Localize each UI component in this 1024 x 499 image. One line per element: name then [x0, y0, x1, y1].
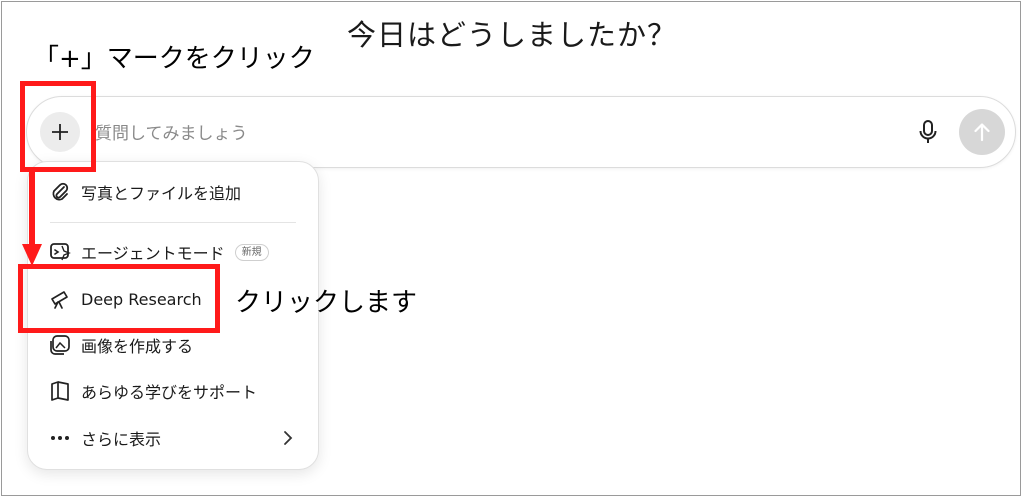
chevron-right-icon: [281, 428, 295, 448]
menu-item-label: さらに表示: [81, 430, 162, 449]
menu-item-label: 写真とファイルを追加: [81, 184, 242, 203]
click-callout: クリックします: [235, 288, 418, 318]
arrow-up-icon: [974, 123, 990, 142]
menu-item-agent-mode[interactable]: エージェントモード 新規: [48, 237, 269, 267]
menu-item-label: 画像を作成する: [81, 337, 194, 356]
menu-item-add-files[interactable]: 写真とファイルを追加: [48, 177, 241, 207]
message-input[interactable]: 質問してみましょう: [95, 119, 248, 144]
book-icon: [48, 379, 72, 403]
annotation-arrow-line: [29, 172, 35, 250]
new-badge: 新規: [234, 243, 269, 261]
more-dots-icon: [48, 426, 72, 450]
plus-button-highlight: [20, 81, 96, 172]
microphone-icon: [919, 120, 937, 143]
annotation-arrow-head: [22, 244, 42, 266]
menu-item-learning-support[interactable]: あらゆる学びをサポート: [48, 376, 257, 406]
send-button[interactable]: [959, 109, 1005, 155]
agent-icon: [48, 240, 72, 264]
microphone-button[interactable]: [914, 117, 942, 147]
deep-research-highlight: [18, 264, 220, 333]
menu-divider: [50, 222, 296, 223]
image-create-icon: [48, 333, 72, 357]
menu-item-label: あらゆる学びをサポート: [81, 383, 258, 402]
instruction-annotation: 「+」マークをクリック: [33, 44, 315, 74]
menu-item-show-more[interactable]: さらに表示: [48, 423, 161, 453]
menu-item-create-image[interactable]: 画像を作成する: [48, 330, 193, 360]
paperclip-icon: [48, 180, 72, 204]
menu-item-label: エージェントモード: [81, 244, 225, 263]
